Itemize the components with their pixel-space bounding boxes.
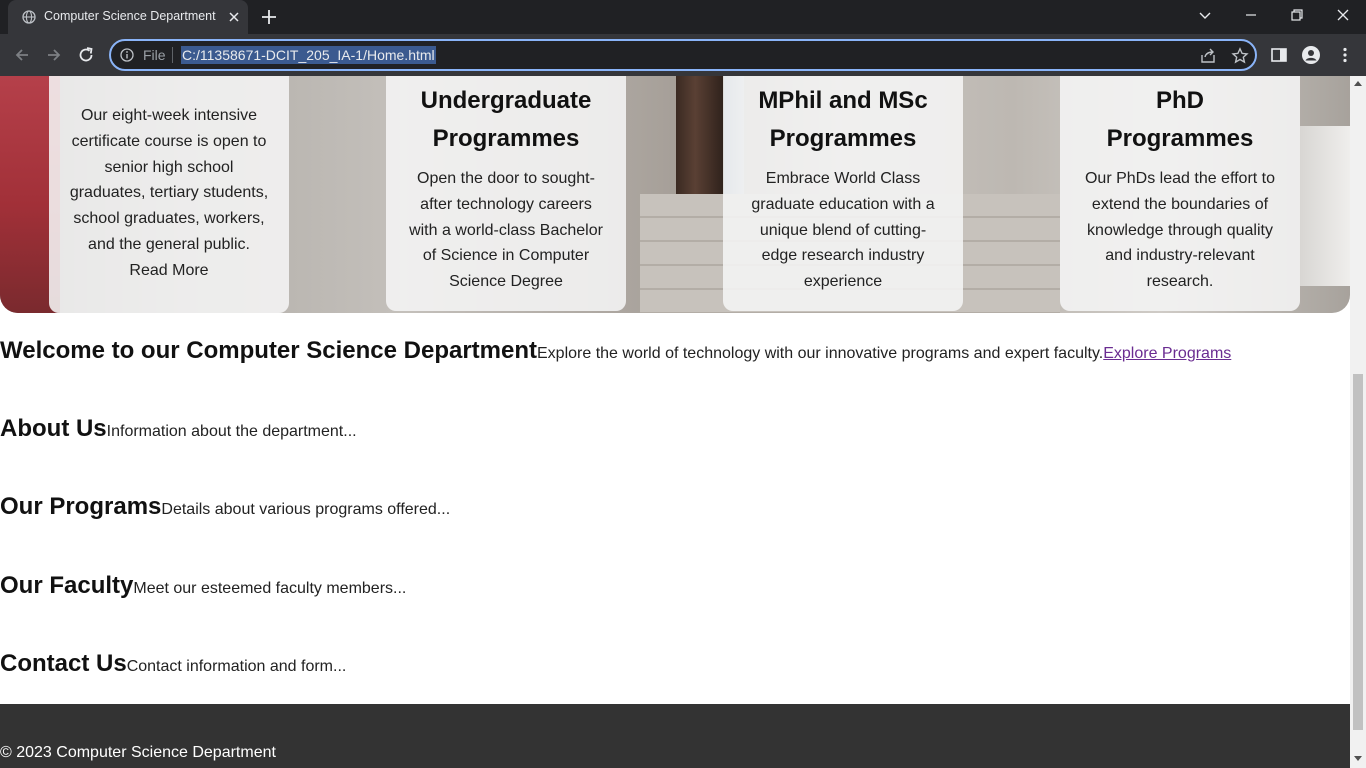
scroll-up-arrow-icon[interactable]: [1354, 81, 1362, 86]
program-card-mphil-msc: MPhil and MSc Programmes Embrace World C…: [723, 76, 963, 311]
restore-button[interactable]: [1274, 0, 1320, 32]
new-tab-icon[interactable]: [260, 8, 278, 26]
programs-text: Details about various programs offered..…: [161, 501, 451, 518]
tab-search-button[interactable]: [1182, 0, 1228, 32]
welcome-text: Explore the world of technology with our…: [537, 345, 1104, 362]
welcome-heading: Welcome to our Computer Science Departme…: [0, 337, 537, 364]
tab-title: Computer Science Department: [44, 9, 216, 23]
card-heading: MPhil and MSc Programmes: [758, 87, 928, 152]
share-icon[interactable]: [1199, 47, 1217, 65]
card-description: Our PhDs lead the effort to extend the b…: [1084, 170, 1276, 291]
back-arrow-icon[interactable]: [12, 45, 32, 65]
restore-icon: [1291, 9, 1303, 21]
side-panel-icon[interactable]: [1270, 46, 1288, 64]
minimize-icon: [1246, 14, 1256, 16]
card-description: Our eight-week intensive certificate cou…: [69, 107, 269, 253]
forward-arrow-icon[interactable]: [44, 45, 64, 65]
programs-heading: Our Programs: [0, 493, 162, 520]
footer-copyright: © 2023 Computer Science Department: [0, 744, 276, 761]
program-card-undergraduate: Undergraduate Programmes Open the door t…: [386, 76, 626, 311]
card-description: Embrace World Class graduate education w…: [751, 170, 935, 291]
scroll-down-arrow-icon[interactable]: [1354, 756, 1362, 761]
url-divider: [172, 47, 173, 63]
contact-section: Contact Us Contact information and form.…: [0, 650, 346, 678]
chevron-down-icon: [1199, 12, 1211, 19]
about-text: Information about the department...: [106, 423, 357, 440]
about-heading: About Us: [0, 415, 107, 442]
close-window-button[interactable]: [1320, 0, 1366, 32]
card-description: Open the door to sought-after technology…: [409, 170, 603, 291]
browser-toolbar: File C:/11358671-DCIT_205_IA-1/Home.html: [0, 34, 1366, 76]
contact-text: Contact information and form...: [126, 658, 347, 675]
reload-icon[interactable]: [76, 45, 96, 65]
faculty-text: Meet our esteemed faculty members...: [133, 580, 407, 597]
card-heading: Undergraduate Programmes: [420, 87, 592, 152]
hero-background-ac-unit: [1300, 126, 1350, 286]
hero-banner: Our eight-week intensive certificate cou…: [0, 76, 1350, 313]
welcome-section: Welcome to our Computer Science Departme…: [0, 337, 1231, 365]
program-card-phd: PhD Programmes Our PhDs lead the effort …: [1060, 76, 1300, 311]
program-card-certificate: Our eight-week intensive certificate cou…: [49, 76, 289, 313]
contact-heading: Contact Us: [0, 650, 127, 677]
card-heading-wrap: PhD Programmes: [1060, 76, 1300, 158]
bookmark-star-icon[interactable]: [1231, 47, 1249, 65]
info-icon[interactable]: [120, 48, 134, 62]
minimize-button[interactable]: [1228, 0, 1274, 32]
page-viewport: Our eight-week intensive certificate cou…: [0, 76, 1350, 768]
close-icon: [1337, 9, 1349, 21]
card-heading-wrap: Undergraduate Programmes: [386, 76, 626, 158]
globe-icon: [22, 10, 36, 24]
tab-strip: Computer Science Department: [0, 0, 1366, 34]
scheme-label: File: [143, 47, 166, 63]
url-text[interactable]: C:/11358671-DCIT_205_IA-1/Home.html: [181, 46, 436, 64]
browser-tab[interactable]: Computer Science Department: [8, 0, 248, 34]
address-bar[interactable]: File C:/11358671-DCIT_205_IA-1/Home.html: [109, 39, 1257, 71]
card-heading-wrap: MPhil and MSc Programmes: [723, 76, 963, 158]
faculty-section: Our Faculty Meet our esteemed faculty me…: [0, 572, 406, 600]
scrollbar-thumb[interactable]: [1353, 374, 1363, 730]
kebab-menu-icon[interactable]: [1336, 46, 1354, 64]
vertical-scrollbar[interactable]: [1350, 76, 1366, 768]
card-heading: PhD Programmes: [1106, 87, 1254, 152]
close-tab-icon[interactable]: [226, 9, 242, 25]
programs-section: Our Programs Details about various progr…: [0, 493, 450, 521]
faculty-heading: Our Faculty: [0, 572, 134, 599]
page-footer: © 2023 Computer Science Department: [0, 704, 1350, 768]
explore-programs-link[interactable]: Explore Programs: [1103, 345, 1231, 363]
hero-background-door: [676, 76, 724, 194]
profile-avatar-icon[interactable]: [1302, 46, 1320, 64]
about-section: About Us Information about the departmen…: [0, 415, 357, 443]
read-more-link[interactable]: Read More: [49, 258, 289, 284]
